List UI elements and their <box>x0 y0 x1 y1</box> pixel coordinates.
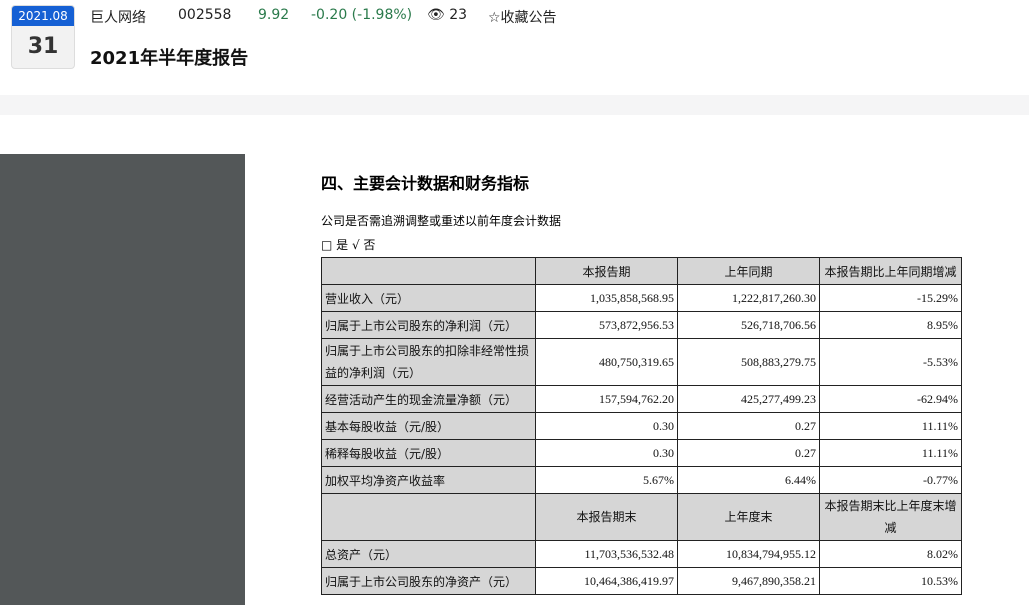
value-cell: 425,277,499.23 <box>677 385 820 413</box>
value-cell: 0.27 <box>677 439 820 467</box>
stock-price: 9.92 <box>258 7 290 23</box>
header-cell: 本报告期 <box>535 257 678 285</box>
value-cell: -0.77% <box>819 466 962 494</box>
company-name[interactable]: 巨人网络 <box>90 7 146 27</box>
row-label: 归属于上市公司股东的扣除非经常性损益的净利润（元） <box>321 338 536 386</box>
favorite-button[interactable]: ☆收藏公告 <box>488 7 557 27</box>
value-cell: 526,718,706.56 <box>677 311 820 339</box>
row-label: 总资产（元） <box>321 540 536 568</box>
value-cell: -5.53% <box>819 338 962 386</box>
date-month: 2021.08 <box>12 6 74 26</box>
value-cell: 11.11% <box>819 412 962 440</box>
row-label: 基本每股收益（元/股） <box>321 412 536 440</box>
divider-band <box>0 95 1029 115</box>
header-cell: 上年同期 <box>677 257 820 285</box>
view-count: 23 <box>449 7 468 23</box>
table-row: 加权平均净资产收益率 5.67% 6.44% -0.77% <box>321 466 962 494</box>
value-cell: 8.02% <box>819 540 962 568</box>
header-cell: 本报告期末 <box>535 493 678 541</box>
table-row: 基本每股收益（元/股） 0.30 0.27 11.11% <box>321 412 962 440</box>
row-label: 归属于上市公司股东的净资产（元） <box>321 567 536 595</box>
row-label: 加权平均净资产收益率 <box>321 466 536 494</box>
views: 👁 23 <box>427 7 467 23</box>
header-cell: 上年度末 <box>677 493 820 541</box>
value-cell: 11,703,536,532.48 <box>535 540 678 568</box>
restatement-answer: □ 是 √ 否 <box>321 238 376 252</box>
table-row: 归属于上市公司股东的净利润（元） 573,872,956.53 526,718,70… <box>321 311 962 339</box>
date-day: 31 <box>27 34 59 59</box>
value-cell: 157,594,762.20 <box>535 385 678 413</box>
value-cell: 10,834,794,955.12 <box>677 540 820 568</box>
table-header-row: 本报告期末 上年度末 本报告期末比上年度末增减 <box>321 493 962 541</box>
row-label: 稀释每股收益（元/股） <box>321 439 536 467</box>
financial-table: 本报告期 上年同期 本报告期比上年同期增减 营业收入（元） 1,035,858,568.… <box>321 257 962 595</box>
section-heading: 四、主要会计数据和财务指标 <box>321 174 530 193</box>
table-row: 归属于上市公司股东的扣除非经常性损益的净利润（元） 480,750,319.65 5… <box>321 338 962 386</box>
value-cell: 480,750,319.65 <box>535 338 678 386</box>
row-label: 经营活动产生的现金流量净额（元） <box>321 385 536 413</box>
table-row: 归属于上市公司股东的净资产（元） 10,464,386,419.97 9,467,8… <box>321 567 962 595</box>
value-cell: 508,883,279.75 <box>677 338 820 386</box>
value-cell: 1,035,858,568.95 <box>535 284 678 312</box>
header-cell <box>321 493 536 541</box>
table-row: 稀释每股收益（元/股） 0.30 0.27 11.11% <box>321 439 962 467</box>
value-cell: -15.29% <box>819 284 962 312</box>
date-badge: 2021.08 31 <box>11 5 75 69</box>
restatement-question: 公司是否需追溯调整或重述以前年度会计数据 <box>321 214 562 228</box>
value-cell: 0.30 <box>535 412 678 440</box>
header-cell: 本报告期比上年同期增减 <box>819 257 962 285</box>
value-cell: 10,464,386,419.97 <box>535 567 678 595</box>
table-header-row: 本报告期 上年同期 本报告期比上年同期增减 <box>321 257 962 285</box>
value-cell: -62.94% <box>819 385 962 413</box>
header-cell: 本报告期末比上年度末增减 <box>819 493 962 541</box>
eye-icon: 👁 <box>427 7 445 23</box>
value-cell: 10.53% <box>819 567 962 595</box>
value-cell: 0.27 <box>677 412 820 440</box>
row-label: 营业收入（元） <box>321 284 536 312</box>
sidebar-panel <box>0 154 245 605</box>
value-cell: 573,872,956.53 <box>535 311 678 339</box>
value-cell: 6.44% <box>677 466 820 494</box>
table-row: 经营活动产生的现金流量净额（元） 157,594,762.20 425,277,49… <box>321 385 962 413</box>
value-cell: 0.30 <box>535 439 678 467</box>
value-cell: 5.67% <box>535 466 678 494</box>
stock-change: -0.20 (-1.98%) <box>311 7 413 23</box>
value-cell: 8.95% <box>819 311 962 339</box>
table-row: 营业收入（元） 1,035,858,568.95 1,222,817,260.30-… <box>321 284 962 312</box>
header-cell <box>321 257 536 285</box>
value-cell: 9,467,890,358.21 <box>677 567 820 595</box>
page-title: 2021年半年度报告 <box>90 48 249 69</box>
value-cell: 1,222,817,260.30 <box>677 284 820 312</box>
stock-code[interactable]: 002558 <box>178 7 231 23</box>
table-row: 总资产（元） 11,703,536,532.48 10,834,794,955.12… <box>321 540 962 568</box>
value-cell: 11.11% <box>819 439 962 467</box>
row-label: 归属于上市公司股东的净利润（元） <box>321 311 536 339</box>
